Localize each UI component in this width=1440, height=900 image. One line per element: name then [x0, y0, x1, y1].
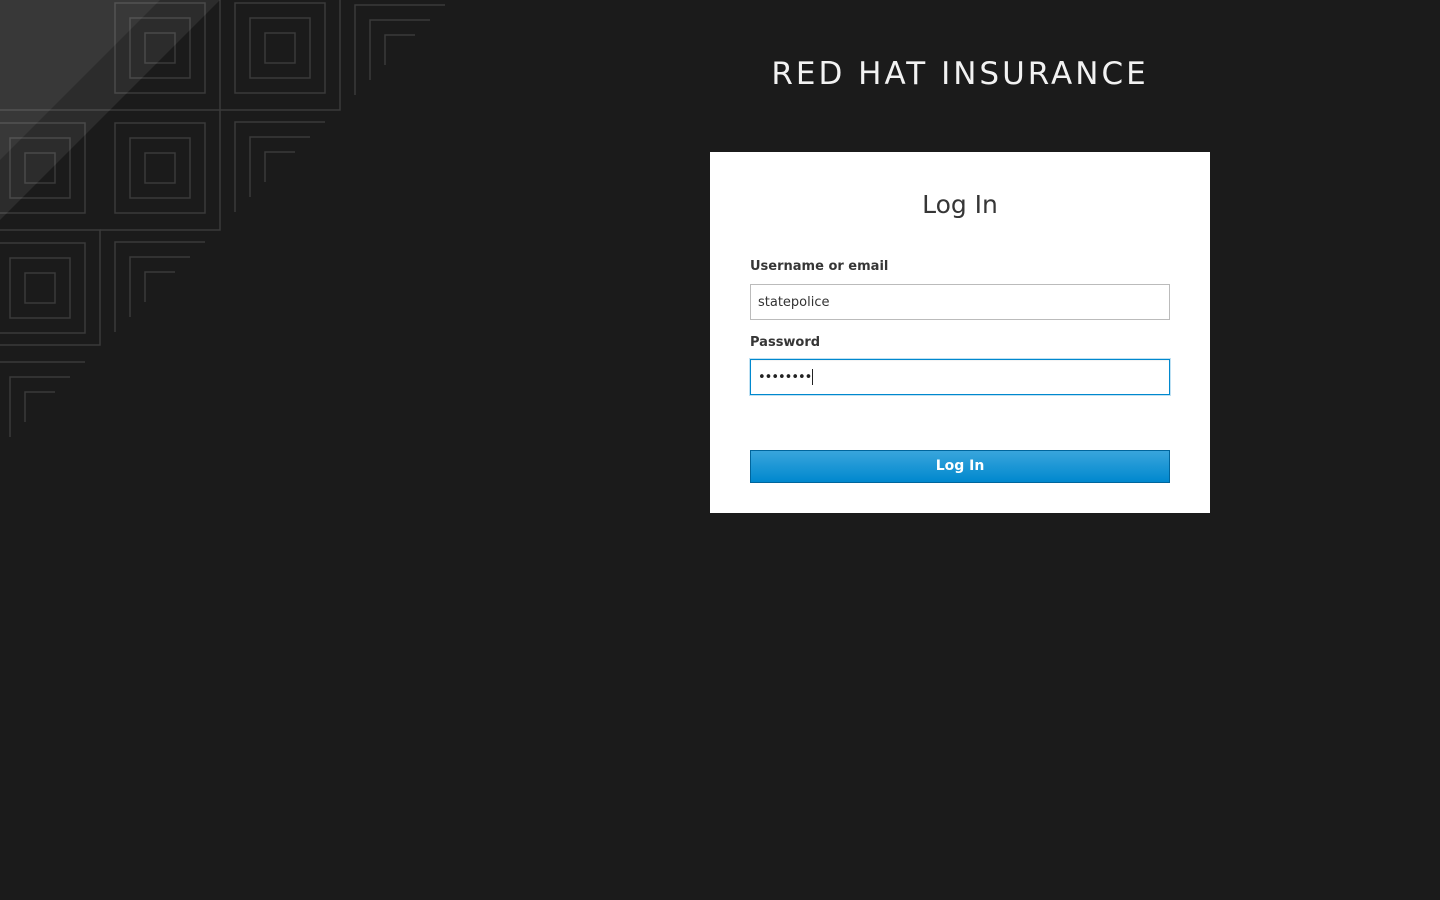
- username-label: Username or email: [750, 259, 889, 274]
- password-label: Password: [750, 335, 821, 350]
- username-field[interactable]: statepolice: [750, 284, 1170, 320]
- background-pattern: [0, 0, 445, 437]
- brand-title: RED HAT INSURANCE: [771, 56, 1149, 92]
- login-title: Log In: [922, 190, 998, 219]
- text-caret: [812, 369, 814, 385]
- login-button[interactable]: Log In: [750, 450, 1170, 483]
- username-value: statepolice: [758, 294, 830, 310]
- login-page: RED HAT INSURANCE Log In Username or ema…: [0, 0, 1440, 900]
- password-value: ••••••••: [758, 369, 812, 385]
- login-card: Log In Username or email statepolice Pas…: [710, 152, 1210, 513]
- password-field[interactable]: ••••••••: [750, 359, 1170, 395]
